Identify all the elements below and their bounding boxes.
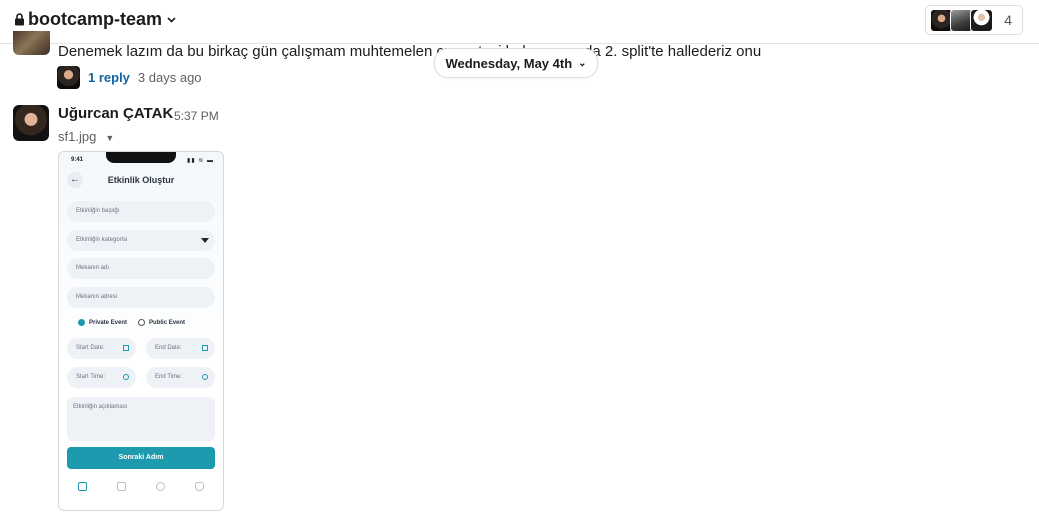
phone-tab-bar xyxy=(59,478,223,496)
avatar[interactable] xyxy=(13,31,50,55)
lock-icon xyxy=(15,13,24,26)
signal-battery-icon: ▮▮ ≋ ▬ xyxy=(187,158,214,164)
message-timestamp[interactable]: 5:37 PM xyxy=(174,109,219,123)
reply-count-link[interactable]: 1 reply xyxy=(88,70,130,85)
grid-icon xyxy=(117,482,126,491)
avatar[interactable] xyxy=(13,105,49,141)
category-field-label: Etkinliğin kategorisi xyxy=(76,237,128,243)
chevron-down-icon xyxy=(167,16,176,23)
reply-avatar xyxy=(57,66,80,89)
date-divider-button[interactable]: Wednesday, May 4th ⌄ xyxy=(434,48,598,78)
caret-down-icon: ▼ xyxy=(105,133,115,143)
radio-checked-icon xyxy=(78,319,85,326)
end-date-label: End Date: xyxy=(155,345,182,351)
channel-header: bootcamp-team 4 xyxy=(0,0,1039,44)
screen-title: Etkinlik Oluştur xyxy=(107,175,175,185)
radio-unchecked-icon xyxy=(138,319,146,326)
next-step-button: Sonraki Adım xyxy=(67,447,215,469)
message-author[interactable]: Uğurcan ÇATAK xyxy=(58,105,173,122)
members-button[interactable]: 4 xyxy=(925,5,1023,35)
message-text: Denemek lazım da bu birkaç gün çalışmam … xyxy=(58,43,762,60)
channel-name: bootcamp-team xyxy=(28,9,163,29)
start-time-field: Start Time: xyxy=(67,367,136,388)
venue-name-field: Mekanın adı xyxy=(67,258,215,279)
calendar-icon xyxy=(202,345,208,351)
thread-summary[interactable]: 1 reply 3 days ago xyxy=(57,66,202,89)
title-field-label: Etkinliğin başlığı xyxy=(76,208,120,214)
description-label: Etkinliğin açıklaması xyxy=(73,404,128,410)
end-time-field: End Time: xyxy=(146,367,215,388)
bag-icon xyxy=(195,482,204,491)
clock-icon xyxy=(123,374,129,380)
clock-icon xyxy=(202,374,208,380)
member-count: 4 xyxy=(1004,12,1012,28)
channel-name-button[interactable]: bootcamp-team xyxy=(14,9,179,30)
next-step-label: Sonraki Adım xyxy=(118,454,164,461)
start-date-field: Start Date: xyxy=(67,338,136,359)
venue-name-label: Mekanın adı xyxy=(76,265,110,271)
end-date-field: End Date: xyxy=(146,338,215,359)
date-label: Wednesday, May 4th xyxy=(445,55,573,71)
member-avatar xyxy=(970,8,994,32)
start-time-label: Start Time: xyxy=(76,374,106,380)
file-attachment-toggle[interactable]: sf1.jpg ▼ xyxy=(58,129,114,144)
start-date-label: Start Date: xyxy=(76,345,105,351)
status-time: 9:41 xyxy=(71,157,84,163)
venue-address-field: Mekanın adresi xyxy=(67,287,215,308)
home-icon xyxy=(78,482,87,491)
category-field: Etkinliğin kategorisi xyxy=(67,230,215,251)
reply-time: 3 days ago xyxy=(137,70,202,85)
event-type-radios: Private Event Public Event xyxy=(78,319,185,326)
title-field: Etkinliğin başlığı xyxy=(67,201,215,222)
shield-icon xyxy=(156,482,165,491)
file-name: sf1.jpg xyxy=(58,129,97,144)
end-time-label: End Time: xyxy=(155,374,183,380)
venue-address-label: Mekanın adresi xyxy=(76,294,118,300)
description-field: Etkinliğin açıklaması xyxy=(67,397,215,441)
phone-notch xyxy=(106,152,176,163)
calendar-icon xyxy=(123,345,129,351)
radio-public-label: Public Event xyxy=(149,319,186,326)
caret-down-icon xyxy=(201,238,209,243)
radio-private-label: Private Event xyxy=(89,319,128,326)
chevron-down-icon: ⌄ xyxy=(578,57,587,69)
image-attachment[interactable]: 9:41 ▮▮ ≋ ▬ ← Etkinlik Oluştur Etkinliği… xyxy=(58,151,224,511)
